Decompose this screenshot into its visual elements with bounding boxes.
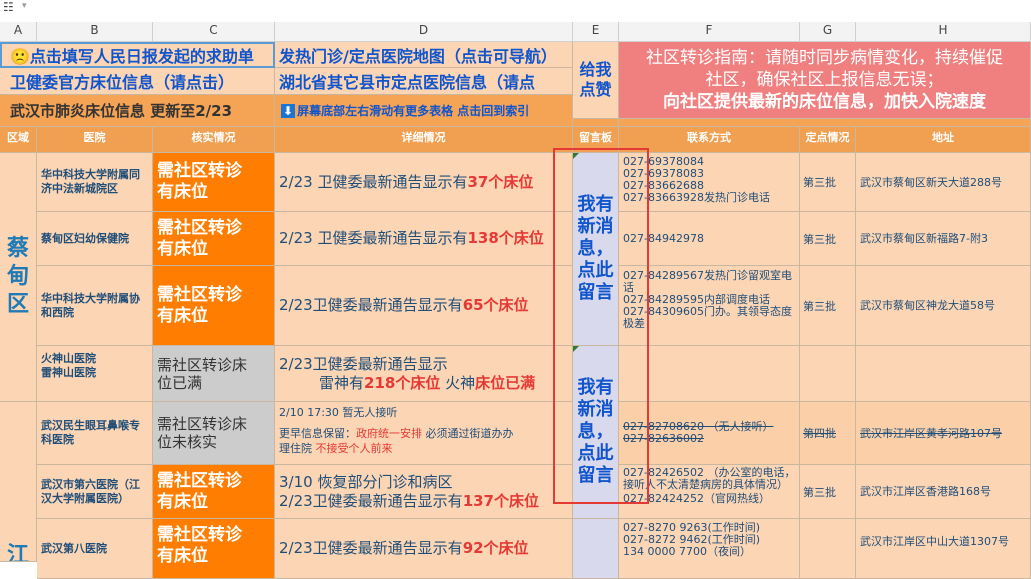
district-caidian[interactable]: 蔡甸区 bbox=[0, 153, 37, 402]
table-row[interactable]: 武汉第八医院 bbox=[37, 519, 153, 579]
detail-cell[interactable]: 2/10 17:30 暂无人接听 更早信息保留：政府统一安排 必须通过街道办办 … bbox=[275, 402, 573, 465]
column-header-C[interactable]: C bbox=[153, 22, 275, 42]
header-contact[interactable]: 联系方式 bbox=[619, 127, 800, 153]
table-row[interactable]: 武汉民生眼耳鼻喉专科医院 bbox=[37, 402, 153, 465]
column-header-B[interactable]: B bbox=[37, 22, 153, 42]
info-icon: ⬇ bbox=[281, 104, 296, 118]
address-cell[interactable]: 武汉市蔡甸区新天大道288号 bbox=[856, 153, 1031, 212]
comment-marker bbox=[573, 346, 579, 352]
help-request-link[interactable]: 🙁点击填写人民日报发起的求助单 bbox=[0, 42, 275, 68]
header-hospital[interactable]: 医院 bbox=[37, 127, 153, 153]
referral-guide: 社区转诊指南：请随时同步病情变化，持续催促 社区，确保社区上报信息无误； 向社区… bbox=[619, 42, 1031, 119]
sheet-title: 武汉市肺炎床位信息 更新至2/23 bbox=[0, 95, 275, 127]
verdict-cell[interactable]: 需社区转诊有床位 bbox=[153, 519, 275, 579]
scroll-hint-link[interactable]: ⬇ 屏幕底部左右滑动有更多表格 点击回到索引 bbox=[275, 95, 573, 127]
address-cell[interactable]: 武汉市江岸区香港路168号 bbox=[856, 465, 1031, 519]
comment-marker bbox=[573, 153, 579, 159]
message-board-link[interactable]: 我有新消息，点此留言 bbox=[573, 153, 619, 346]
contact-cell[interactable]: 027-84942978 bbox=[619, 212, 800, 266]
address-cell[interactable]: 武汉市江岸区黄孝河路107号 bbox=[856, 402, 1031, 465]
verdict-cell[interactable]: 需社区转诊有床位 bbox=[153, 212, 275, 266]
verdict-cell[interactable]: 需社区转诊有床位 bbox=[153, 153, 275, 212]
batch-cell[interactable]: 第三批 bbox=[800, 266, 856, 346]
detail-cell[interactable]: 2/23 卫健委最新通告显示有37个床位 bbox=[275, 153, 573, 212]
verdict-cell[interactable]: 需社区转诊床位未核实 bbox=[153, 402, 275, 465]
verdict-cell[interactable]: 需社区转诊有床位 bbox=[153, 266, 275, 346]
header-district[interactable]: 区域 bbox=[0, 127, 37, 153]
verdict-cell[interactable]: 需社区转诊床位已满 bbox=[153, 346, 275, 402]
table-row[interactable]: 华中科技大学附属同济中法新城院区 bbox=[37, 153, 153, 212]
table-row[interactable]: 华中科技大学附属协和西院 bbox=[37, 266, 153, 346]
batch-cell[interactable]: 第三批 bbox=[800, 153, 856, 212]
hubei-hospitals-link[interactable]: 湖北省其它县市定点医院信息（请点 bbox=[275, 68, 573, 95]
column-header-F[interactable]: F bbox=[619, 22, 800, 42]
detail-cell[interactable]: 2/23卫健委最新通告显示有92个床位 bbox=[275, 519, 573, 579]
table-row[interactable]: 火神山医院 雷神山医院 bbox=[37, 346, 153, 402]
address-cell[interactable]: 武汉市蔡甸区新福路7-附3 bbox=[856, 212, 1031, 266]
contact-cell[interactable]: 027-82426502 （办公室的电话，接听人不太清楚病房的具体情况） 027-… bbox=[619, 465, 800, 519]
health-commission-link[interactable]: 卫健委官方床位信息（请点击） bbox=[0, 68, 275, 95]
sad-face-icon: 🙁 bbox=[10, 47, 30, 66]
header-message-board[interactable]: 留言板 bbox=[573, 127, 619, 153]
header-address[interactable]: 地址 bbox=[856, 127, 1031, 153]
verdict-cell[interactable]: 需社区转诊有床位 bbox=[153, 465, 275, 519]
contact-cell[interactable]: 027-69378084 027-69378083 027-83662688 027-… bbox=[619, 153, 800, 212]
contact-cell[interactable]: 027-84289567发热门诊留观室电话 027-84289595内部调度电话 0… bbox=[619, 266, 800, 346]
header-designation[interactable]: 定点情况 bbox=[800, 127, 856, 153]
document-icon[interactable]: ☷ bbox=[3, 0, 14, 14]
header-verification[interactable]: 核实情况 bbox=[153, 127, 275, 153]
like-cell[interactable]: 给我点赞 bbox=[573, 42, 619, 119]
message-board-link[interactable]: 我有新消息，点此留言 bbox=[573, 346, 619, 519]
batch-cell[interactable]: 第四批 bbox=[800, 402, 856, 465]
contact-cell[interactable]: 027-82708620 （无人接听） 027-82636002 bbox=[619, 402, 800, 465]
column-header-E[interactable]: E bbox=[573, 22, 619, 42]
detail-cell[interactable]: 2/23 卫健委最新通告显示有138个床位 bbox=[275, 212, 573, 266]
batch-cell[interactable] bbox=[800, 519, 856, 579]
column-header-A[interactable]: A bbox=[0, 22, 37, 42]
header-details[interactable]: 详细情况 bbox=[275, 127, 573, 153]
table-row[interactable]: 武汉市第六医院（江汉大学附属医院） bbox=[37, 465, 153, 519]
batch-cell[interactable]: 第三批 bbox=[800, 465, 856, 519]
table-row[interactable]: 蔡甸区妇幼保健院 bbox=[37, 212, 153, 266]
contact-cell[interactable]: 027-8270 9263(工作时间) 027-8272 9462(工作时间) 13… bbox=[619, 519, 800, 579]
detail-cell[interactable]: 2/23卫健委最新通告显示有65个床位 bbox=[275, 266, 573, 346]
toolbar: ☷ ▾ bbox=[0, 0, 1031, 23]
column-header-H[interactable]: H bbox=[856, 22, 1031, 42]
batch-cell[interactable]: 第三批 bbox=[800, 212, 856, 266]
column-header-G[interactable]: G bbox=[800, 22, 856, 42]
chevron-down-icon[interactable]: ▾ bbox=[22, 1, 27, 11]
address-cell[interactable]: 武汉市江岸区中山大道1307号 bbox=[856, 519, 1031, 579]
address-cell[interactable]: 武汉市蔡甸区神龙大道58号 bbox=[856, 266, 1031, 346]
fever-clinic-map-link[interactable]: 发热门诊/定点医院地图（点击可导航） bbox=[275, 42, 573, 68]
district-jiang[interactable]: 江 bbox=[0, 402, 37, 562]
column-header-D[interactable]: D bbox=[275, 22, 573, 42]
detail-cell[interactable]: 3/10 恢复部分门诊和病区 2/23卫健委最新通告显示有137个床位 bbox=[275, 465, 573, 519]
detail-cell[interactable]: 2/23卫健委最新通告显示 雷神有218个床位 火神床位已满 bbox=[275, 346, 573, 402]
